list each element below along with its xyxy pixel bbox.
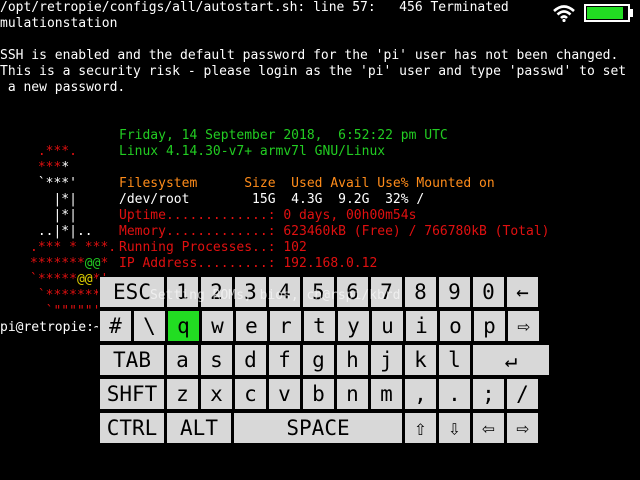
key-0[interactable]: 0	[472, 276, 505, 308]
key-v[interactable]: v	[268, 378, 301, 410]
system-date: Friday, 14 September 2018, 6:52:22 pm UT…	[119, 128, 448, 143]
key-z[interactable]: z	[166, 378, 199, 410]
keyboard-row: CTRL ALT SPACE ⇧ ⇩ ⇦ ⇨	[98, 412, 542, 446]
alt-key[interactable]: ALT	[166, 412, 232, 444]
key-d[interactable]: d	[234, 344, 267, 376]
key-y[interactable]: y	[337, 310, 370, 342]
logo-line: .***.	[30, 144, 77, 159]
key-w[interactable]: w	[201, 310, 234, 342]
logo-line: ***	[30, 160, 62, 175]
arrow-right-key[interactable]: ⇨	[506, 412, 539, 444]
tab-key[interactable]: TAB	[99, 344, 165, 376]
battery-fill	[587, 7, 623, 19]
logo-line: |*|	[30, 192, 77, 207]
slash-key[interactable]: /	[506, 378, 539, 410]
semicolon-key[interactable]: ;	[472, 378, 505, 410]
keyboard-row: SHFT z x c v b n m,.; /	[98, 378, 542, 412]
kernel-info: Linux 4.14.30-v7+ armv7l GNU/Linux	[119, 144, 386, 159]
key-8[interactable]: 8	[404, 276, 437, 308]
key-t[interactable]: t	[303, 310, 336, 342]
logo-line: *	[61, 160, 70, 175]
ssh-warning-line-3: a new password.	[0, 80, 126, 95]
key-m[interactable]: m	[370, 378, 403, 410]
logo-line: `*******'	[30, 288, 109, 303]
keyboard-row: # \ q w e r t y u i o p ⇨	[98, 310, 542, 344]
logo-line: `"""""'	[30, 304, 101, 319]
battery-icon	[584, 4, 633, 22]
logo-line: `*****	[30, 272, 77, 287]
filesystem-row: /dev/root 15G 4.3G 9.2G 32% /	[119, 192, 425, 207]
shift-key[interactable]: SHFT	[99, 378, 165, 410]
arrow-down-key[interactable]: ⇩	[438, 412, 471, 444]
key-j[interactable]: j	[370, 344, 403, 376]
terminal-error-line-cont: mulationstation	[0, 16, 118, 31]
arrow-right-key[interactable]: ⇨	[507, 310, 540, 342]
logo-line: .*** * ***.	[30, 240, 117, 255]
key-g[interactable]: g	[302, 344, 335, 376]
ip-address-line: IP Address.........: 192.168.0.12	[119, 256, 378, 271]
ssh-warning-line-1: SSH is enabled and the default password …	[0, 48, 619, 63]
enter-key[interactable]: ↵	[472, 344, 550, 376]
key-o[interactable]: o	[439, 310, 472, 342]
logo-line: *	[100, 256, 109, 271]
arrow-up-key[interactable]: ⇧	[404, 412, 437, 444]
logo-line: *******	[30, 256, 85, 271]
arrow-left-key[interactable]: ⇦	[472, 412, 505, 444]
key-q[interactable]: q	[167, 310, 200, 342]
shell-prompt: pi@retropie:~	[0, 320, 102, 336]
key-s[interactable]: s	[200, 344, 233, 376]
key-h[interactable]: h	[336, 344, 369, 376]
key-f[interactable]: f	[268, 344, 301, 376]
key-9[interactable]: 9	[438, 276, 471, 308]
key-e[interactable]: e	[235, 310, 268, 342]
processes-line: Running Processes..: 102	[119, 240, 307, 255]
hash-key[interactable]: #	[99, 310, 132, 342]
space-key[interactable]: SPACE	[233, 412, 403, 444]
filesystem-header: Filesystem Size Used Avail Use% Mounted …	[119, 176, 495, 191]
logo-line: `***'	[30, 176, 77, 191]
logo-line: |*|	[30, 208, 77, 223]
key-a[interactable]: a	[166, 344, 199, 376]
memory-line: Memory.............: 623460kB (Free) / 7…	[119, 224, 550, 239]
key-l[interactable]: l	[438, 344, 471, 376]
key-n[interactable]: n	[336, 378, 369, 410]
backspace-key[interactable]: ←	[506, 276, 539, 308]
wifi-icon	[553, 5, 575, 22]
period-key[interactable]: .	[438, 378, 471, 410]
logo-line: ..|*|..	[30, 224, 93, 239]
backslash-key[interactable]: \	[133, 310, 166, 342]
logo-line: @@	[84, 256, 101, 271]
key-x[interactable]: x	[200, 378, 233, 410]
terminal-error-line: /opt/retropie/configs/all/autostart.sh: …	[0, 0, 509, 15]
keyboard-row: TAB a s d f g h j k l ↵	[98, 344, 550, 378]
keyboard-overlay-text: Setting ROMs, bios, ch@rspi/kbrd	[150, 288, 401, 303]
key-c[interactable]: c	[234, 378, 267, 410]
key-k[interactable]: k	[404, 344, 437, 376]
comma-key[interactable]: ,	[404, 378, 437, 410]
key-p[interactable]: p	[473, 310, 506, 342]
prompt-text: pi@retropie:~	[0, 320, 102, 335]
ctrl-key[interactable]: CTRL	[99, 412, 165, 444]
logo-line: @@	[76, 272, 93, 287]
key-i[interactable]: i	[405, 310, 438, 342]
key-b[interactable]: b	[302, 378, 335, 410]
key-r[interactable]: r	[269, 310, 302, 342]
ssh-warning-line-2: This is a security risk - please login a…	[0, 64, 627, 79]
uptime-line: Uptime.............: 0 days, 00h00m54s	[119, 208, 417, 223]
key-u[interactable]: u	[371, 310, 404, 342]
